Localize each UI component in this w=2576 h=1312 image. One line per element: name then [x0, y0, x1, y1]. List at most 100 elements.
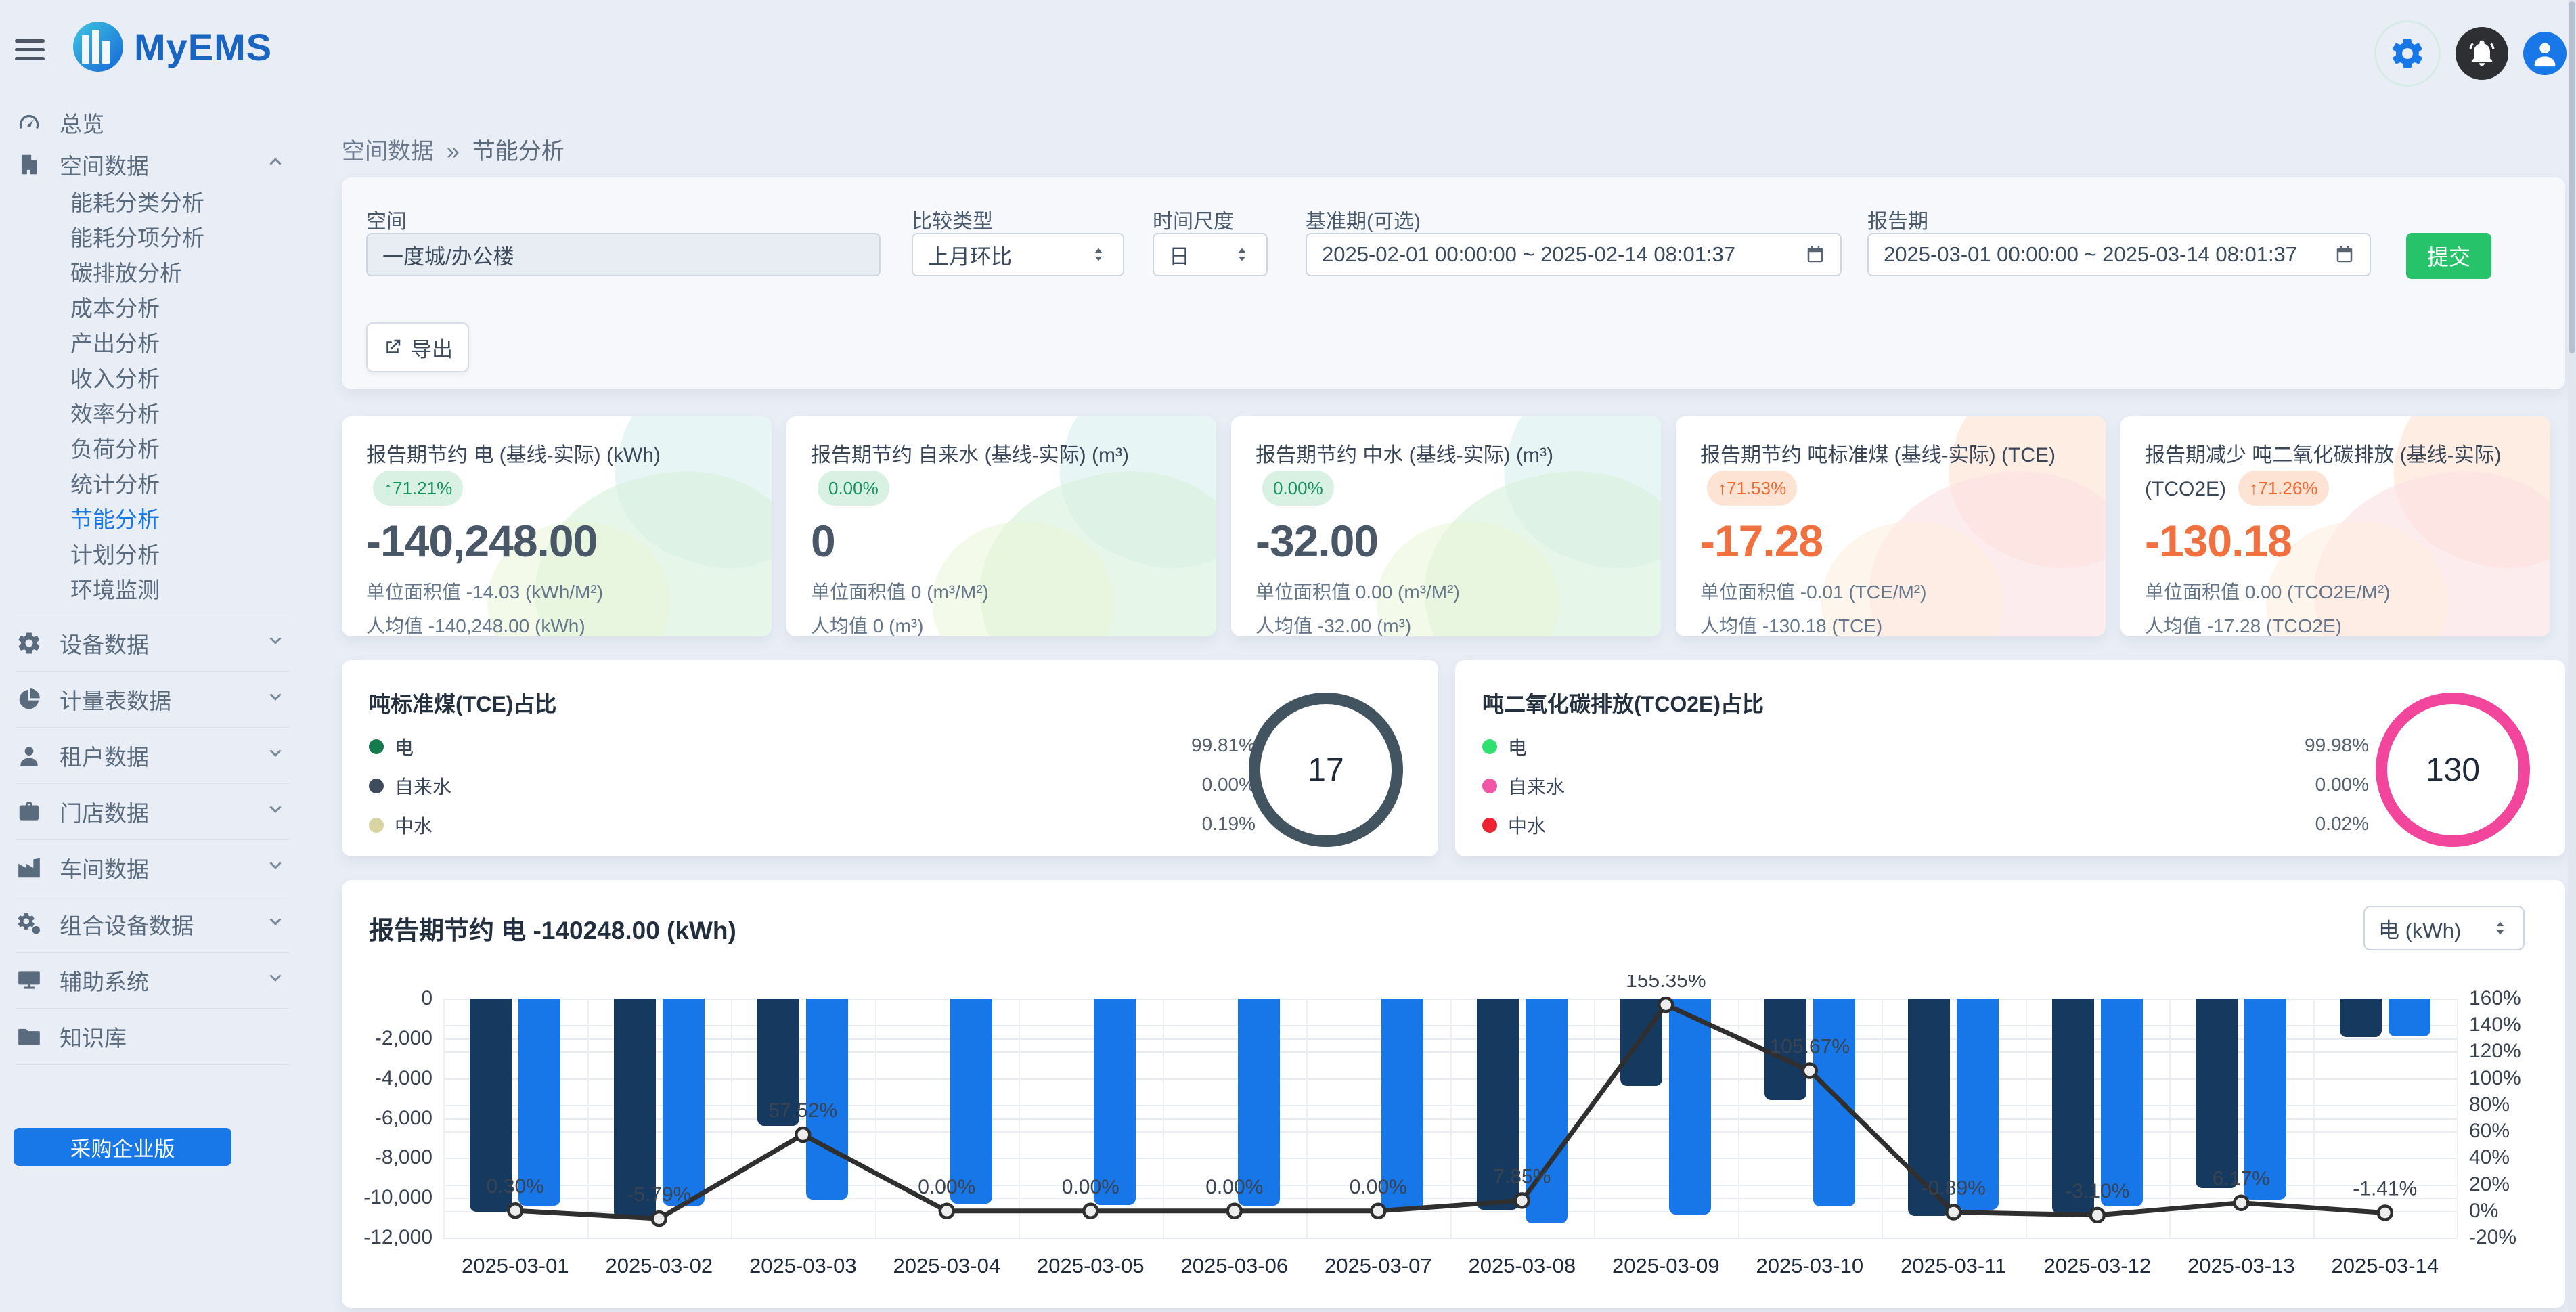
sidebar-group-7[interactable]: 知识库: [0, 1015, 306, 1057]
buy-enterprise-button[interactable]: 采购企业版: [14, 1128, 231, 1166]
donut-chart: 17: [1249, 693, 1403, 847]
energy-unit-select[interactable]: 电 (kWh): [2363, 906, 2525, 950]
calendar-icon: [1805, 244, 1825, 265]
kpi-per-capita: 人均值 -32.00 (m³): [1256, 611, 1637, 636]
line-marker: [1803, 1064, 1817, 1078]
export-icon: [382, 337, 403, 357]
kpi-value: 0: [811, 515, 1192, 567]
compare-type-select[interactable]: 上月环比: [912, 233, 1124, 276]
sidebar-item-5[interactable]: 收入分析: [0, 362, 306, 397]
legend-value: 0.19%: [1140, 813, 1256, 835]
kpi-badge: ↑71.53%: [1707, 471, 1797, 506]
kpi-card-0: 报告期节约 电 (基线-实际) (kWh) ↑71.21% -140,248.0…: [342, 416, 772, 636]
sidebar-group-0[interactable]: 设备数据: [0, 622, 306, 664]
filter-panel: 空间 一度城/办公楼 比较类型 上月环比 时间尺度 日 基准期(可选) 2025…: [342, 177, 2565, 389]
kpi-card-3: 报告期节约 吨标准煤 (基线-实际) (TCE) ↑71.53% -17.28 …: [1676, 416, 2106, 636]
sidebar-group-space[interactable]: 空间数据: [0, 144, 306, 185]
sidebar-group-1[interactable]: 计量表数据: [0, 678, 306, 720]
page-scrollbar[interactable]: [2568, 0, 2576, 1312]
pie-icon: [16, 686, 42, 712]
kpi-per-capita: 人均值 0 (m³): [811, 611, 1192, 636]
legend-item[interactable]: 电: [1482, 733, 1527, 760]
settings-button[interactable]: [2374, 20, 2441, 87]
sort-arrows-icon: [1089, 245, 1108, 264]
sidebar-item-10[interactable]: 计划分析: [0, 538, 306, 573]
kpi-title: 报告期减少 吨二氧化碳排放 (基线-实际) (TCO2E) ↑71.26%: [2145, 441, 2526, 506]
kpi-card-1: 报告期节约 自来水 (基线-实际) (m³) 0.00% 0 单位面积值 0 (…: [786, 416, 1216, 636]
sidebar-group-3[interactable]: 门店数据: [0, 791, 306, 833]
kpi-value: -17.28: [1700, 515, 2081, 567]
space-input[interactable]: 一度城/办公楼: [366, 233, 881, 276]
sidebar-group-6[interactable]: 辅助系统: [0, 959, 306, 1001]
sidebar-item-11[interactable]: 环境监测: [0, 573, 306, 608]
kpi-per-area: 单位面积值 -14.03 (kWh/M²): [366, 577, 747, 605]
donut-chart: 130: [2376, 693, 2530, 847]
sidebar-item-3[interactable]: 成本分析: [0, 291, 306, 326]
line-value-label: 0.30%: [487, 1175, 544, 1198]
notifications-button[interactable]: [2456, 27, 2508, 80]
report-period-input[interactable]: 2025-03-01 00:00:00 ~ 2025-03-14 08:01:3…: [1867, 233, 2371, 276]
kpi-value: -130.18: [2145, 515, 2526, 567]
period-type-select[interactable]: 日: [1153, 233, 1268, 276]
line-value-label: -5.79%: [627, 1183, 691, 1206]
sidebar-item-overview[interactable]: 总览: [0, 102, 306, 144]
line-marker: [796, 1128, 809, 1141]
period-type-label: 时间尺度: [1153, 204, 1234, 234]
chevron-down-icon: [265, 686, 286, 707]
sidebar-group-4[interactable]: 车间数据: [0, 847, 306, 889]
donut-card-row: 吨标准煤(TCE)占比 电 99.81% 自来水 0.00% 中水 0.19% …: [342, 660, 2565, 856]
sidebar-item-9[interactable]: 节能分析: [0, 502, 306, 538]
donut-center-value: 130: [2426, 751, 2480, 789]
gear-icon: [2389, 35, 2426, 72]
kpi-per-area: 单位面积值 0 (m³/M²): [811, 577, 1192, 605]
line-value-label: 155.35%: [1626, 975, 1706, 992]
app-title: MyEMS: [134, 25, 272, 69]
kpi-badge: ↑71.26%: [2238, 471, 2328, 506]
kpi-per-area: 单位面积值 0.00 (m³/M²): [1256, 577, 1637, 605]
sidebar: 总览空间数据能耗分类分析能耗分项分析碳排放分析成本分析产出分析收入分析效率分析负…: [0, 102, 306, 1072]
kpi-card-row: 报告期节约 电 (基线-实际) (kWh) ↑71.21% -140,248.0…: [342, 416, 2565, 636]
account-button[interactable]: [2523, 32, 2567, 75]
app-logo: MyEMS: [73, 22, 272, 72]
gauge-icon: [16, 110, 42, 135]
legend-item[interactable]: 自来水: [1482, 772, 1565, 800]
kpi-badge: ↑71.21%: [373, 471, 463, 506]
gears-icon: [16, 911, 42, 937]
kpi-title: 报告期节约 自来水 (基线-实际) (m³) 0.00%: [811, 441, 1192, 506]
kpi-per-capita: 人均值 -140,248.00 (kWh): [366, 611, 747, 636]
briefcase-icon: [16, 799, 42, 825]
savings-rate-line: 0.30%-5.79%57.52%0.00%0.00%0.00%0.00%7.8…: [342, 975, 2565, 1298]
sidebar-item-2[interactable]: 碳排放分析: [0, 256, 306, 291]
sidebar-item-4[interactable]: 产出分析: [0, 326, 306, 362]
kpi-title: 报告期节约 中水 (基线-实际) (m³) 0.00%: [1256, 441, 1637, 506]
kpi-per-area: 单位面积值 -0.01 (TCE/M²): [1700, 577, 2081, 605]
legend-item[interactable]: 中水: [1482, 812, 1546, 839]
menu-toggle-icon[interactable]: [15, 39, 45, 64]
line-value-label: 6.17%: [2213, 1168, 2270, 1190]
sidebar-item-1[interactable]: 能耗分项分析: [0, 221, 306, 256]
sidebar-item-6[interactable]: 效率分析: [0, 397, 306, 432]
sidebar-group-5[interactable]: 组合设备数据: [0, 903, 306, 945]
line-marker: [652, 1212, 666, 1225]
savings-chart-card: 报告期节约 电 -140248.00 (kWh) 电 (kWh) 0-2,000…: [342, 880, 2565, 1308]
sort-arrows-icon: [2491, 919, 2510, 938]
sidebar-item-7[interactable]: 负荷分析: [0, 432, 306, 467]
factory-icon: [16, 855, 42, 881]
line-marker: [1084, 1204, 1097, 1218]
chevron-down-icon: [265, 911, 286, 932]
legend-item[interactable]: 电: [369, 733, 414, 760]
submit-button[interactable]: 提交: [2406, 233, 2491, 279]
divider: [16, 1008, 290, 1009]
sidebar-item-8[interactable]: 统计分析: [0, 467, 306, 502]
legend-item[interactable]: 自来水: [369, 772, 451, 800]
export-button[interactable]: 导出: [366, 322, 469, 372]
sidebar-item-0[interactable]: 能耗分类分析: [0, 185, 306, 221]
legend-item[interactable]: 中水: [369, 812, 432, 839]
legend-value: 0.02%: [2254, 813, 2369, 835]
sidebar-group-2[interactable]: 租户数据: [0, 735, 306, 777]
base-period-input[interactable]: 2025-02-01 00:00:00 ~ 2025-02-14 08:01:3…: [1306, 233, 1842, 276]
breadcrumb-parent[interactable]: 空间数据: [342, 139, 434, 165]
donut-card-1: 吨二氧化碳排放(TCO2E)占比 电 99.98% 自来水 0.00% 中水 0…: [1455, 660, 2565, 856]
legend-dot-icon: [369, 739, 384, 754]
building-icon: [16, 152, 42, 177]
